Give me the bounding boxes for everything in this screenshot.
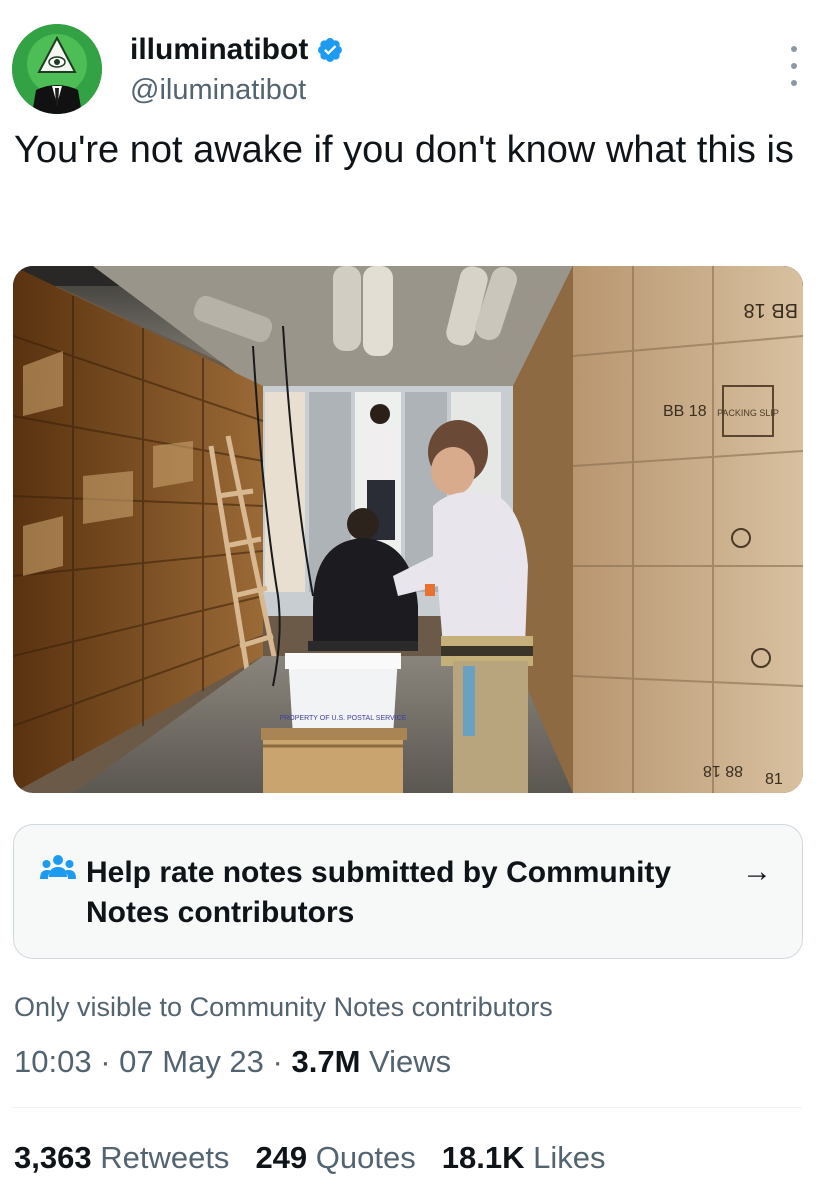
- quotes-label: Quotes: [315, 1140, 416, 1175]
- name-row: illuminatibot: [130, 32, 344, 68]
- packing-slip-label: PACKING SLIP: [717, 408, 779, 418]
- verified-badge-icon: [318, 38, 343, 62]
- box-label-top: BB 18: [744, 299, 798, 321]
- dot: [791, 63, 797, 69]
- tweet-header: illuminatibot @iluminatibot: [12, 24, 817, 114]
- meta-separator: ·: [100, 1044, 111, 1079]
- avatar[interactable]: [12, 24, 102, 114]
- handle[interactable]: @iluminatibot: [130, 72, 306, 108]
- eye-of-providence-avatar: [12, 24, 102, 114]
- tweet-text: You're not awake if you don't know what …: [14, 129, 794, 171]
- quotes-stat[interactable]: 249 Quotes: [255, 1138, 415, 1178]
- people-icon: [40, 855, 76, 879]
- likes-stat[interactable]: 18.1K Likes: [442, 1138, 606, 1178]
- retweets-stat[interactable]: 3,363 Retweets: [14, 1138, 229, 1178]
- postal-tray-label: PROPERTY OF U.S. POSTAL SERVICE: [280, 715, 407, 722]
- tweet-date[interactable]: 07 May 23: [119, 1044, 264, 1079]
- community-notes-card[interactable]: Help rate notes submitted by Community N…: [13, 824, 803, 959]
- likes-label: Likes: [533, 1140, 606, 1175]
- quotes-count: 249: [255, 1140, 308, 1175]
- views-label: Views: [369, 1044, 452, 1079]
- display-name[interactable]: illuminatibot: [130, 32, 308, 68]
- tweet-meta: 10:03 · 07 May 23 · 3.7M Views: [14, 1042, 451, 1082]
- retweets-label: Retweets: [100, 1140, 230, 1175]
- meta-separator: ·: [272, 1044, 283, 1079]
- retweets-count: 3,363: [14, 1140, 92, 1175]
- community-notes-prompt: Help rate notes submitted by Community N…: [86, 856, 672, 929]
- engagement-stats: 3,363 Retweets 249 Quotes 18.1K Likes: [14, 1138, 605, 1178]
- tweet-photo[interactable]: PACKING SLIP BB 18 BB 18 88 18 81 PROPER…: [13, 266, 803, 793]
- divider: [13, 1107, 802, 1108]
- tweet-time[interactable]: 10:03: [14, 1044, 92, 1079]
- box-label-bottom: 88 18: [703, 762, 743, 779]
- arrow-right-icon[interactable]: →: [742, 857, 772, 887]
- box-label-corner: 81: [765, 771, 783, 788]
- views-count: 3.7M: [291, 1044, 361, 1079]
- dot: [791, 80, 797, 86]
- photo-illustration: PACKING SLIP BB 18 BB 18 88 18 81 PROPER…: [13, 266, 803, 793]
- community-notes-visibility: Only visible to Community Notes contribu…: [14, 992, 553, 1022]
- more-options-icon[interactable]: [787, 46, 801, 86]
- likes-count: 18.1K: [441, 1140, 525, 1175]
- dot: [791, 46, 797, 52]
- box-label-bb18: BB 18: [663, 403, 707, 420]
